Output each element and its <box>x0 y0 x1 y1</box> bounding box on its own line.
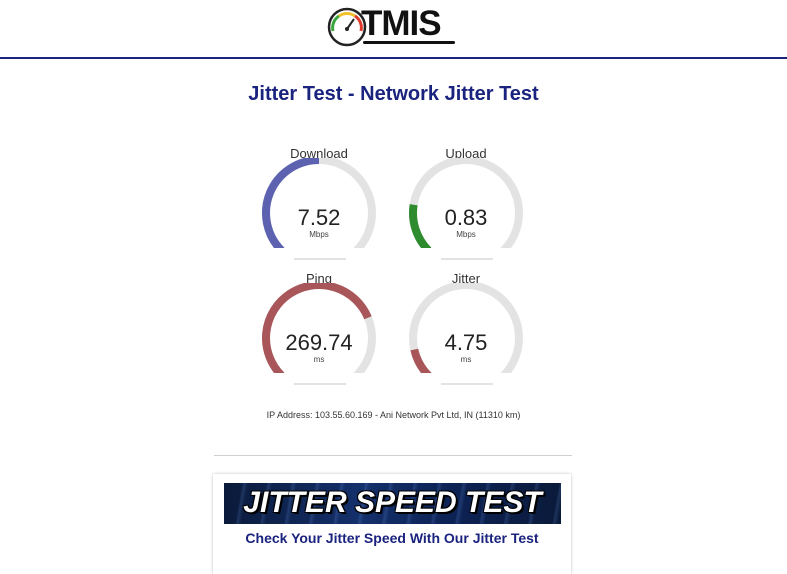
upload-meter: Upload 0.83 Mbps <box>401 146 531 266</box>
meter-value: 269.74 <box>285 330 353 355</box>
jitter-meter: Jitter 4.75 ms <box>401 271 531 391</box>
promo-card: JITTER SPEED TEST Check Your Jitter Spee… <box>213 474 571 574</box>
banner-text: JITTER SPEED TEST <box>243 486 542 519</box>
promo-heading: Check Your Jitter Speed With Our Jitter … <box>245 530 539 546</box>
meter-value: 7.52 <box>297 205 341 230</box>
meter-value: 4.75 <box>444 330 488 355</box>
logo-text: TMIS <box>361 4 442 43</box>
section-divider <box>214 455 572 456</box>
download-meter: Download 7.52 Mbps <box>254 146 384 266</box>
ip-address-info: IP Address: 103.55.60.169 - Ani Network … <box>266 410 521 420</box>
meter-unit: ms <box>313 355 325 364</box>
meter-baseline <box>294 383 346 385</box>
promo-banner-image: JITTER SPEED TEST <box>224 483 561 524</box>
site-logo[interactable]: TMIS <box>327 4 462 49</box>
site-header: TMIS <box>0 0 787 59</box>
meter-baseline <box>441 383 493 385</box>
meter-unit: Mbps <box>456 230 476 239</box>
meter-unit: Mbps <box>309 230 329 239</box>
meter-baseline <box>441 258 493 260</box>
meter-value: 0.83 <box>444 205 488 230</box>
page-title: Jitter Test - Network Jitter Test <box>248 83 539 105</box>
ping-meter: Ping 269.74 ms <box>254 271 384 391</box>
meter-baseline <box>294 258 346 260</box>
logo-underline <box>363 41 455 44</box>
meter-unit: ms <box>460 355 472 364</box>
